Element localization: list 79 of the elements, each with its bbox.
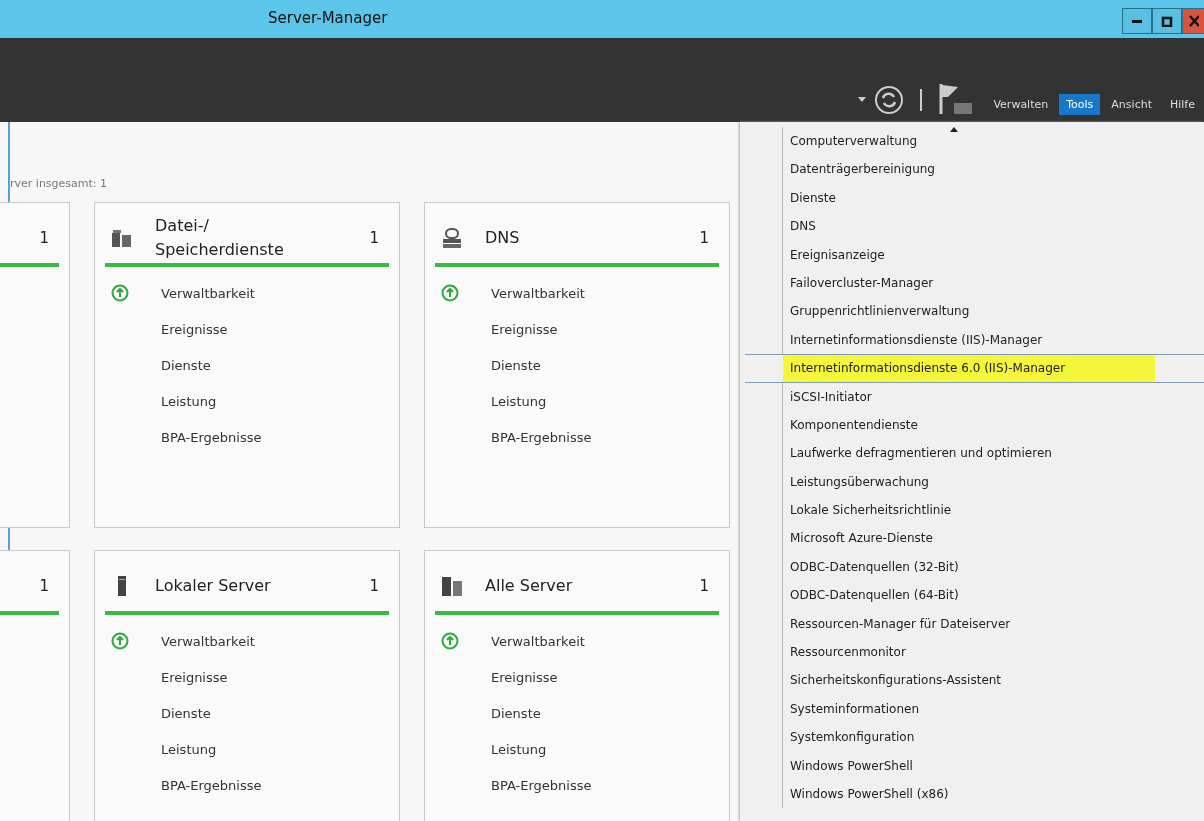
menu-item[interactable]: Ereignisanzeige: [783, 240, 1204, 269]
card-title: Datei-/ Speicherdienste: [155, 215, 285, 261]
notification-flag-icon[interactable]: [938, 83, 975, 115]
role-icon: [441, 227, 463, 249]
menu-item[interactable]: Dienste: [783, 183, 1204, 213]
menu-item[interactable]: Internetinformationsdienste (IIS)-Manager: [783, 325, 1204, 355]
card-title: DNS: [485, 227, 521, 249]
card-count: 1: [699, 577, 709, 595]
menu-item[interactable]: Lokale Sicherheitsrichtlinie: [783, 496, 1204, 525]
status-link[interactable]: Dienste: [491, 357, 541, 373]
role-card[interactable]: Datei-/ Speicherdienste 1 Verwaltbarkeit Ereignisse Dienste Leistung BPA-Ergebnisse: [94, 202, 400, 528]
card-title: Alle Server: [485, 575, 574, 597]
menu-item[interactable]: Internetinformationsdienste 6.0 (IIS)-Manager: [745, 354, 1204, 383]
menu-item[interactable]: Hilfe: [1162, 94, 1202, 115]
status-link[interactable]: Leistung: [491, 741, 547, 757]
menu-item[interactable]: Ressourcenmonitor: [783, 638, 1204, 667]
minimize-button[interactable]: [1122, 8, 1152, 34]
menu-item[interactable]: Microsoft Azure-Dienste: [783, 524, 1204, 553]
minimize-icon: [1132, 19, 1142, 23]
card-title: Lokaler Server: [155, 575, 272, 597]
status-link[interactable]: Verwaltbarkeit: [161, 285, 255, 301]
role-icon: [111, 227, 133, 249]
role-card[interactable]: Alle Server 1 Verwaltbarkeit Ereignisse Dienste Leistung BPA-Ergebnisse: [424, 550, 730, 821]
status-link[interactable]: Dienste: [161, 357, 211, 373]
status-link[interactable]: Leistung: [161, 393, 217, 409]
menu-item[interactable]: DNS: [783, 212, 1204, 241]
status-link[interactable]: BPA-Ergebnisse: [491, 429, 592, 445]
role-card[interactable]: 1: [0, 202, 70, 528]
dropdown-caret-icon[interactable]: [858, 97, 867, 103]
menu-item[interactable]: Systemkonfiguration: [783, 723, 1204, 752]
card-count: 1: [369, 229, 379, 247]
status-link[interactable]: BPA-Ergebnisse: [161, 777, 262, 793]
status-link[interactable]: Ereignisse: [161, 321, 228, 337]
menu-item[interactable]: Komponentendienste: [783, 410, 1204, 440]
menu-item[interactable]: Sicherheitskonfigurations-Assistent: [783, 666, 1204, 695]
menu-item[interactable]: ODBC-Datenquellen (32-Bit): [783, 552, 1204, 582]
card-count: 1: [369, 577, 379, 595]
status-link[interactable]: Ereignisse: [491, 321, 558, 337]
menu-item[interactable]: Ansicht: [1104, 94, 1159, 115]
role-card[interactable]: Lokaler Server 1 Verwaltbarkeit Ereignisse Dienste Leistung BPA-Ergebnisse: [94, 550, 400, 821]
close-icon: [1188, 15, 1199, 27]
restore-icon: [1161, 15, 1173, 27]
role-card[interactable]: 1: [0, 550, 70, 821]
menu-item[interactable]: Tools: [1059, 94, 1101, 115]
status-link[interactable]: Verwaltbarkeit: [491, 285, 585, 301]
menu-item[interactable]: iSCSI-Initiator: [783, 382, 1204, 411]
menu-item[interactable]: Laufwerke defragmentieren und optimieren: [783, 439, 1204, 468]
card-count: 1: [699, 229, 709, 247]
status-link[interactable]: Leistung: [491, 393, 547, 409]
status-link[interactable]: Verwaltbarkeit: [161, 633, 255, 649]
close-button[interactable]: [1182, 8, 1204, 34]
status-link[interactable]: Dienste: [161, 705, 211, 721]
card-count: 1: [39, 577, 49, 595]
status-link[interactable]: Dienste: [491, 705, 541, 721]
server-count: rver insgesamt: 1: [10, 177, 109, 190]
menu-item[interactable]: Gruppenrichtlinienverwaltung: [783, 297, 1204, 326]
menu-item[interactable]: Windows PowerShell: [783, 751, 1204, 780]
menu-item[interactable]: Verwalten: [986, 94, 1056, 115]
card-count: 1: [39, 229, 49, 247]
menu-item[interactable]: Windows PowerShell (x86): [783, 780, 1204, 809]
scroll-up-icon[interactable]: [950, 127, 958, 132]
status-link[interactable]: Ereignisse: [491, 669, 558, 685]
menu-item[interactable]: Datenträgerbereinigung: [783, 155, 1204, 184]
status-link[interactable]: BPA-Ergebnisse: [491, 777, 592, 793]
status-link[interactable]: BPA-Ergebnisse: [161, 429, 262, 445]
menu-item[interactable]: Computerverwaltung: [783, 127, 1204, 156]
menu-item[interactable]: ODBC-Datenquellen (64-Bit): [783, 581, 1204, 610]
status-link[interactable]: Leistung: [161, 741, 217, 757]
menu-item[interactable]: Failovercluster-Manager: [783, 268, 1204, 298]
menu-item[interactable]: Ressourcen-Manager für Dateiserver: [783, 609, 1204, 639]
role-card[interactable]: DNS 1 Verwaltbarkeit Ereignisse Dienste Leistung BPA-Ergebnisse: [424, 202, 730, 528]
status-link[interactable]: Verwaltbarkeit: [491, 633, 585, 649]
menu-item[interactable]: Leistungsüberwachung: [783, 467, 1204, 497]
status-link[interactable]: Ereignisse: [161, 669, 228, 685]
restore-button[interactable]: [1152, 8, 1182, 34]
role-icon: [441, 575, 463, 597]
refresh-icon[interactable]: [874, 85, 905, 115]
menu-item[interactable]: Systeminformationen: [783, 694, 1204, 724]
window-title: Server-Manager: [268, 9, 388, 27]
